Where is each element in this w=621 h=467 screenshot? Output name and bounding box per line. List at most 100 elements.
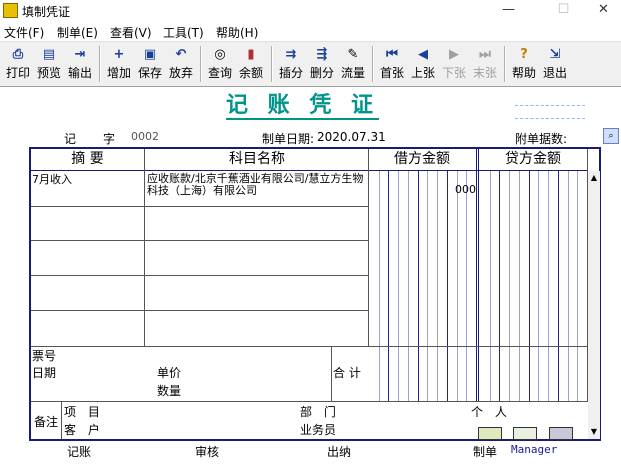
maker-name: Manager	[511, 443, 558, 456]
previous-icon: ◀	[418, 47, 428, 62]
row-divider	[31, 240, 368, 241]
digit-gridline	[577, 171, 578, 401]
scroll-down-arrow-icon[interactable]: ▼	[589, 426, 599, 438]
digit-gridline	[568, 171, 569, 401]
review-label: 审核	[195, 445, 220, 459]
help-button[interactable]: ? 帮助	[509, 44, 539, 84]
row-1-debit[interactable]: 000	[452, 184, 476, 196]
balance-button[interactable]: ▮ 余额	[236, 44, 266, 84]
binoculars-icon: ◎	[214, 47, 226, 62]
digit-gridline	[379, 171, 380, 401]
digit-gridline	[408, 171, 409, 401]
row-divider	[31, 310, 368, 311]
previous-voucher-button[interactable]: ◀ 上张	[408, 44, 438, 84]
undo-icon: ↶	[175, 47, 187, 62]
row-1-account[interactable]: 应收账款/北京千蕉酒业有限公司/慧立方生物科技（上海）有限公司	[147, 173, 367, 197]
exit-door-icon: ⇲	[549, 47, 561, 62]
menu-file[interactable]: 文件(F)	[4, 24, 44, 41]
voucher-word-label: 记	[64, 132, 77, 146]
menu-view[interactable]: 查看(V)	[110, 24, 152, 41]
title-bar: 填制凭证 — ☐ ✕	[0, 0, 621, 22]
pencil-icon: ✎	[347, 47, 359, 62]
digit-gridline	[529, 171, 530, 401]
search-icon[interactable]: ⌕	[603, 128, 619, 144]
menu-bar: 文件(F) 制单(E) 查看(V) 工具(T) 帮助(H)	[0, 22, 621, 41]
preview-label: 预览	[36, 66, 61, 80]
calculator-icon[interactable]	[549, 427, 573, 440]
row-divider	[31, 206, 368, 207]
total-label: 合 计	[333, 366, 361, 380]
digit-gridline	[558, 171, 559, 401]
next-voucher-button[interactable]: ▶ 下张	[439, 44, 469, 84]
first-voucher-button[interactable]: ⏮ 首张	[377, 44, 407, 84]
customer-label: 客 户	[64, 423, 104, 437]
vertical-scrollbar[interactable]	[588, 171, 600, 439]
ticket-no-label: 票号	[32, 349, 57, 363]
preview-button[interactable]: ▤ 预览	[34, 44, 64, 84]
account-header: 科目名称	[229, 151, 285, 167]
row-divider	[31, 401, 588, 402]
minimize-button[interactable]: —	[486, 0, 531, 22]
toolbar-separator	[271, 46, 273, 82]
column-divider	[478, 149, 479, 401]
delete-label: 删分	[309, 66, 334, 80]
toolbar-separator	[200, 46, 202, 82]
cashier-label: 出纳	[327, 445, 352, 459]
save-button[interactable]: ▣ 保存	[135, 44, 165, 84]
print-button[interactable]: ⎙ 打印	[3, 44, 33, 84]
salesperson-label: 业务员	[300, 423, 337, 437]
export-button[interactable]: ⇥ 输出	[65, 44, 95, 84]
scroll-up-arrow-icon[interactable]: ▲	[589, 172, 599, 184]
digit-gridline	[437, 171, 438, 401]
column-divider	[144, 149, 145, 346]
last-page-icon: ⏭	[479, 47, 491, 62]
menu-voucher[interactable]: 制单(E)	[57, 24, 98, 41]
row-divider	[31, 275, 368, 276]
next-icon: ▶	[449, 47, 459, 62]
remarks-divider	[61, 401, 62, 439]
digit-gridline	[499, 171, 500, 401]
toolbar: ⎙ 打印 ▤ 预览 ⇥ 输出 + 增加 ▣ 保存 ↶ 放弃 ◎ 查询 ▮ 余额 …	[0, 41, 621, 87]
cash-icon[interactable]	[513, 427, 537, 440]
help-label: 帮助	[511, 66, 536, 80]
menu-tools[interactable]: 工具(T)	[163, 24, 204, 41]
query-button[interactable]: ◎ 查询	[205, 44, 235, 84]
date-label: 制单日期:	[262, 132, 315, 146]
last-voucher-button[interactable]: ⏭ 末张	[470, 44, 500, 84]
printer-icon: ⎙	[12, 47, 24, 62]
next-label: 下张	[441, 66, 466, 80]
digit-gridline	[538, 171, 539, 401]
preview-icon: ▤	[42, 47, 56, 62]
save-label: 保存	[137, 66, 162, 80]
insert-row-icon: ⇉	[285, 47, 297, 62]
detail-date-label: 日期	[32, 366, 57, 380]
delete-entry-button[interactable]: ⇶ 删分	[307, 44, 337, 84]
credit-header: 贷方金额	[505, 151, 561, 167]
export-label: 输出	[67, 66, 92, 80]
menu-help[interactable]: 帮助(H)	[216, 24, 258, 41]
digit-gridline	[447, 171, 448, 401]
app-icon	[3, 3, 18, 18]
first-label: 首张	[379, 66, 404, 80]
insert-entry-button[interactable]: ⇉ 插分	[276, 44, 306, 84]
voucher-title: 记 账 凭 证	[226, 92, 379, 120]
exit-button[interactable]: ⇲ 退出	[540, 44, 570, 84]
maximize-button[interactable]: ☐	[541, 0, 586, 22]
column-divider	[476, 149, 477, 401]
card-icon[interactable]	[478, 427, 502, 440]
voucher-number[interactable]: 0002	[131, 130, 159, 143]
digit-gridline	[519, 171, 520, 401]
detail-divider	[331, 346, 332, 401]
add-button[interactable]: + 增加	[104, 44, 134, 84]
new-document-icon: +	[113, 47, 125, 62]
digit-gridline	[466, 171, 467, 401]
header-divider	[31, 170, 588, 171]
cash-flow-button[interactable]: ✎ 流量	[338, 44, 368, 84]
close-button[interactable]: ✕	[586, 0, 621, 22]
digit-gridline	[548, 171, 549, 401]
prev-label: 上张	[410, 66, 435, 80]
remarks-label: 备注	[34, 415, 59, 429]
voucher-date[interactable]: 2020.07.31	[317, 130, 386, 144]
row-1-summary[interactable]: 7月收入	[32, 174, 142, 186]
discard-button[interactable]: ↶ 放弃	[166, 44, 196, 84]
